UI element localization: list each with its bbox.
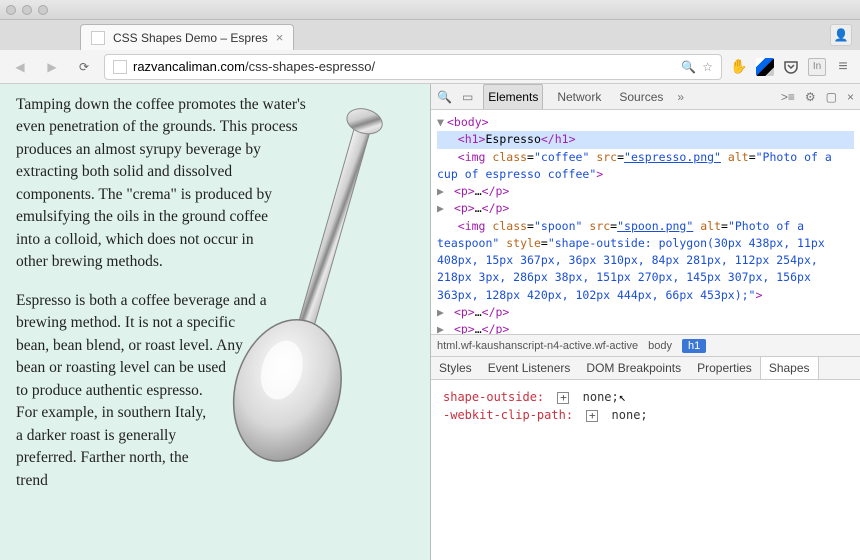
shape-outside-row[interactable]: shape-outside: + none;↖ bbox=[443, 390, 848, 404]
tab-title: CSS Shapes Demo – Espres bbox=[113, 31, 268, 45]
crumb-h1[interactable]: h1 bbox=[682, 339, 706, 353]
extension-delicious-icon[interactable] bbox=[756, 58, 774, 76]
page-icon bbox=[113, 60, 127, 74]
tab-shapes[interactable]: Shapes bbox=[760, 357, 819, 379]
prop-shape-outside: shape-outside: bbox=[443, 390, 544, 404]
shapes-panel: shape-outside: + none;↖ -webkit-clip-pat… bbox=[431, 380, 860, 560]
page-viewport: Tamping down the coffee promotes the wat… bbox=[0, 84, 430, 560]
value-shape-outside: none; bbox=[583, 390, 619, 404]
close-icon[interactable]: × bbox=[847, 90, 854, 104]
browser-toolbar: ◀ ▶ ⟳ razvancaliman.com/css-shapes-espre… bbox=[0, 50, 860, 84]
bookmark-star-icon[interactable]: ☆ bbox=[702, 60, 713, 74]
tab-event-listeners[interactable]: Event Listeners bbox=[480, 357, 579, 379]
inspect-icon[interactable]: 🔍 bbox=[437, 90, 452, 104]
crumb-html[interactable]: html.wf-kaushanscript-n4-active.wf-activ… bbox=[437, 340, 638, 352]
devtools-panel: 🔍 ▭ Elements Network Sources » >≡ ⚙ ▢ × … bbox=[430, 84, 860, 560]
favicon bbox=[91, 31, 105, 45]
add-icon[interactable]: + bbox=[557, 392, 569, 404]
tab-properties[interactable]: Properties bbox=[689, 357, 760, 379]
extension-hand-icon[interactable]: ✋ bbox=[730, 58, 748, 76]
extension-icons: ✋ In ≡ bbox=[730, 58, 852, 76]
window-chrome bbox=[0, 0, 860, 20]
tab-sources[interactable]: Sources bbox=[615, 84, 667, 109]
profile-icon[interactable]: 👤 bbox=[830, 24, 852, 46]
cursor-icon: ↖ bbox=[619, 390, 626, 404]
url-text: razvancaliman.com/css-shapes-espresso/ bbox=[133, 59, 675, 74]
address-bar[interactable]: razvancaliman.com/css-shapes-espresso/ 🔍… bbox=[104, 54, 722, 80]
clip-path-row[interactable]: -webkit-clip-path: + none; bbox=[443, 408, 848, 422]
device-mode-icon[interactable]: ▭ bbox=[462, 90, 473, 104]
extension-instapaper-icon[interactable]: In bbox=[808, 58, 826, 76]
browser-tab[interactable]: CSS Shapes Demo – Espres × bbox=[80, 24, 294, 50]
browser-tabbar: CSS Shapes Demo – Espres × 👤 bbox=[0, 20, 860, 50]
traffic-minimize[interactable] bbox=[22, 5, 32, 15]
dom-breadcrumb[interactable]: html.wf-kaushanscript-n4-active.wf-activ… bbox=[431, 334, 860, 356]
close-icon[interactable]: × bbox=[276, 30, 284, 45]
value-clip-path: none; bbox=[612, 408, 648, 422]
reload-button[interactable]: ⟳ bbox=[72, 55, 96, 79]
traffic-zoom[interactable] bbox=[38, 5, 48, 15]
prop-clip-path: -webkit-clip-path: bbox=[443, 408, 573, 422]
tab-dom-breakpoints[interactable]: DOM Breakpoints bbox=[578, 357, 689, 379]
more-tabs-icon[interactable]: » bbox=[677, 90, 684, 104]
tab-styles[interactable]: Styles bbox=[431, 357, 480, 379]
dock-icon[interactable]: ▢ bbox=[826, 90, 837, 104]
back-button[interactable]: ◀ bbox=[8, 55, 32, 79]
forward-button[interactable]: ▶ bbox=[40, 55, 64, 79]
tab-elements[interactable]: Elements bbox=[483, 84, 543, 109]
add-icon[interactable]: + bbox=[586, 410, 598, 422]
extension-pocket-icon[interactable] bbox=[782, 58, 800, 76]
tab-network[interactable]: Network bbox=[553, 84, 605, 109]
browser-menu-icon[interactable]: ≡ bbox=[834, 58, 852, 76]
content-row: Tamping down the coffee promotes the wat… bbox=[0, 84, 860, 560]
devtools-toolbar: 🔍 ▭ Elements Network Sources » >≡ ⚙ ▢ × bbox=[431, 84, 860, 110]
search-icon[interactable]: 🔍 bbox=[681, 60, 696, 74]
crumb-body[interactable]: body bbox=[648, 340, 672, 352]
dom-tree[interactable]: ▼<body> <h1>Espresso</h1> <img class="co… bbox=[431, 110, 860, 334]
styles-tabs: Styles Event Listeners DOM Breakpoints P… bbox=[431, 356, 860, 380]
traffic-close[interactable] bbox=[6, 5, 16, 15]
gear-icon[interactable]: ⚙ bbox=[805, 90, 816, 104]
console-toggle-icon[interactable]: >≡ bbox=[781, 90, 795, 104]
